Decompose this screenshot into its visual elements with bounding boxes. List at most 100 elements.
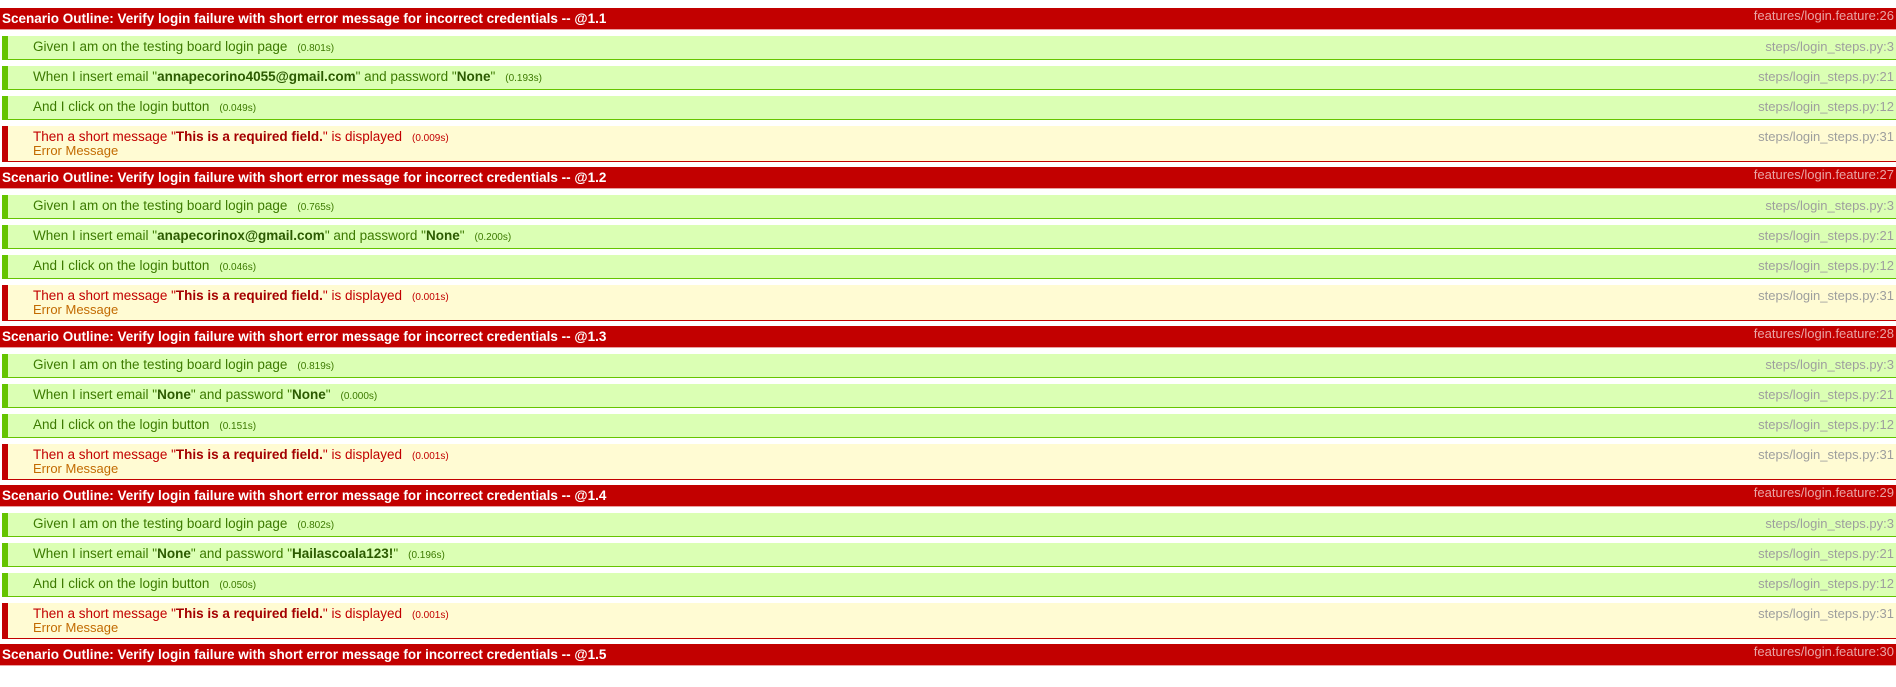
step-passed[interactable]: Given I am on the testing board login pa…: [2, 195, 1896, 219]
step-argument: anapecorinox@gmail.com: [157, 228, 325, 243]
step-text: And I click on the login button (0.050s): [33, 576, 256, 591]
step-keyword-text: Then a short message ": [33, 447, 176, 462]
step-argument: None: [291, 387, 326, 402]
step-duration: (0.802s): [297, 520, 335, 531]
step-text: And I click on the login button (0.046s): [33, 258, 256, 273]
step-passed[interactable]: And I click on the login button (0.046s) s…: [2, 255, 1896, 279]
test-report: Scenario Outline: Verify login failure w…: [0, 8, 1896, 671]
step-text-middle: " and password ": [324, 228, 426, 243]
step-keyword-text: When I insert email ": [33, 69, 158, 84]
step-text: When I insert email "anapecorinox@gmail.…: [33, 228, 511, 243]
step-passed[interactable]: And I click on the login button (0.050s) s…: [2, 573, 1896, 597]
step-argument: This is a required field.: [175, 606, 323, 621]
step-location: steps/login_steps.py:21: [1758, 387, 1894, 402]
step-text: When I insert email "annapecorino4055@gm…: [33, 69, 542, 84]
step-text-middle: " and password ": [190, 387, 292, 402]
step-text: Then a short message "This is a required…: [33, 288, 449, 303]
scenario-location: features/login.feature:29: [1753, 485, 1894, 500]
step-location: steps/login_steps.py:31: [1758, 129, 1894, 144]
step-text-middle: " is displayed: [322, 447, 403, 462]
step-text: Given I am on the testing board login pa…: [33, 198, 334, 213]
step-location: steps/login_steps.py:21: [1758, 228, 1894, 243]
step-duration: (0.009s): [412, 133, 449, 144]
step-argument: Hailascoala123!: [291, 546, 394, 561]
step-passed[interactable]: And I click on the login button (0.049s) s…: [2, 96, 1896, 120]
step-keyword-text: Then a short message ": [33, 606, 176, 621]
step-text-middle: " is displayed: [322, 129, 403, 144]
step-location: steps/login_steps.py:3: [1765, 516, 1894, 531]
step-keyword-text: When I insert email ": [33, 228, 158, 243]
step-location: steps/login_steps.py:21: [1758, 546, 1894, 561]
error-message: Error Message: [33, 302, 119, 317]
scenario-header[interactable]: Scenario Outline: Verify login failure w…: [0, 485, 1896, 507]
error-message: Error Message: [33, 620, 119, 635]
step-duration: (0.001s): [412, 292, 449, 303]
step-text-suffix: ": [490, 69, 496, 84]
step-text-suffix: ": [393, 546, 399, 561]
step-duration: (0.765s): [297, 202, 335, 213]
scenario-title: Scenario Outline: Verify login failure w…: [2, 329, 607, 344]
scenario: Scenario Outline: Verify login failure w…: [0, 326, 1896, 480]
step-text: When I insert email "None" and password …: [33, 546, 445, 561]
step-text: When I insert email "None" and password …: [33, 387, 377, 402]
scenario: Scenario Outline: Verify login failure w…: [0, 644, 1896, 666]
step-failed[interactable]: Then a short message "This is a required…: [2, 603, 1896, 639]
step-argument: annapecorino4055@gmail.com: [157, 69, 356, 84]
step-passed[interactable]: When I insert email "None" and password …: [2, 384, 1896, 408]
step-duration: (0.050s): [219, 580, 257, 591]
step-text: And I click on the login button (0.049s): [33, 99, 256, 114]
step-failed[interactable]: Then a short message "This is a required…: [2, 444, 1896, 480]
step-keyword-text: Then a short message ": [33, 288, 176, 303]
step-text: Given I am on the testing board login pa…: [33, 516, 334, 531]
scenario: Scenario Outline: Verify login failure w…: [0, 8, 1896, 162]
step-duration: (0.801s): [297, 43, 335, 54]
step-failed[interactable]: Then a short message "This is a required…: [2, 126, 1896, 162]
step-location: steps/login_steps.py:3: [1765, 357, 1894, 372]
step-argument: This is a required field.: [175, 447, 323, 462]
step-keyword-text: And I click on the login button: [33, 258, 210, 273]
step-keyword-text: When I insert email ": [33, 546, 158, 561]
step-passed[interactable]: Given I am on the testing board login pa…: [2, 354, 1896, 378]
step-duration: (0.151s): [219, 421, 257, 432]
step-passed[interactable]: Given I am on the testing board login pa…: [2, 36, 1896, 60]
step-argument: None: [157, 546, 191, 561]
step-text-middle: " and password ": [190, 546, 292, 561]
scenario-header[interactable]: Scenario Outline: Verify login failure w…: [0, 167, 1896, 189]
step-argument: None: [157, 387, 191, 402]
step-argument: This is a required field.: [175, 129, 323, 144]
step-location: steps/login_steps.py:31: [1758, 447, 1894, 462]
error-message: Error Message: [33, 143, 119, 158]
step-text: And I click on the login button (0.151s): [33, 417, 256, 432]
scenario-header[interactable]: Scenario Outline: Verify login failure w…: [0, 644, 1896, 666]
step-keyword-text: Given I am on the testing board login pa…: [33, 357, 288, 372]
step-failed[interactable]: Then a short message "This is a required…: [2, 285, 1896, 321]
step-duration: (0.046s): [219, 262, 257, 273]
step-location: steps/login_steps.py:31: [1758, 288, 1894, 303]
step-passed[interactable]: When I insert email "None" and password …: [2, 543, 1896, 567]
step-passed[interactable]: Given I am on the testing board login pa…: [2, 513, 1896, 537]
step-location: steps/login_steps.py:21: [1758, 69, 1894, 84]
step-duration: (0.000s): [340, 391, 378, 402]
scenario-location: features/login.feature:30: [1753, 644, 1894, 659]
step-argument: This is a required field.: [175, 288, 323, 303]
step-keyword-text: And I click on the login button: [33, 417, 210, 432]
step-duration: (0.200s): [474, 232, 512, 243]
step-duration: (0.049s): [219, 103, 257, 114]
step-text: Then a short message "This is a required…: [33, 447, 449, 462]
step-text-middle: " is displayed: [322, 288, 403, 303]
scenario: Scenario Outline: Verify login failure w…: [0, 485, 1896, 639]
scenario-header[interactable]: Scenario Outline: Verify login failure w…: [0, 8, 1896, 30]
scenario-location: features/login.feature:27: [1753, 167, 1894, 182]
step-duration: (0.001s): [412, 451, 449, 462]
step-location: steps/login_steps.py:3: [1765, 198, 1894, 213]
scenario-header[interactable]: Scenario Outline: Verify login failure w…: [0, 326, 1896, 348]
step-location: steps/login_steps.py:31: [1758, 606, 1894, 621]
step-keyword-text: Given I am on the testing board login pa…: [33, 39, 288, 54]
step-passed[interactable]: When I insert email "annapecorino4055@gm…: [2, 66, 1896, 90]
step-text-middle: " and password ": [355, 69, 457, 84]
step-keyword-text: Given I am on the testing board login pa…: [33, 198, 288, 213]
step-passed[interactable]: And I click on the login button (0.151s) s…: [2, 414, 1896, 438]
step-location: steps/login_steps.py:3: [1765, 39, 1894, 54]
scenario: Scenario Outline: Verify login failure w…: [0, 167, 1896, 321]
step-passed[interactable]: When I insert email "anapecorinox@gmail.…: [2, 225, 1896, 249]
